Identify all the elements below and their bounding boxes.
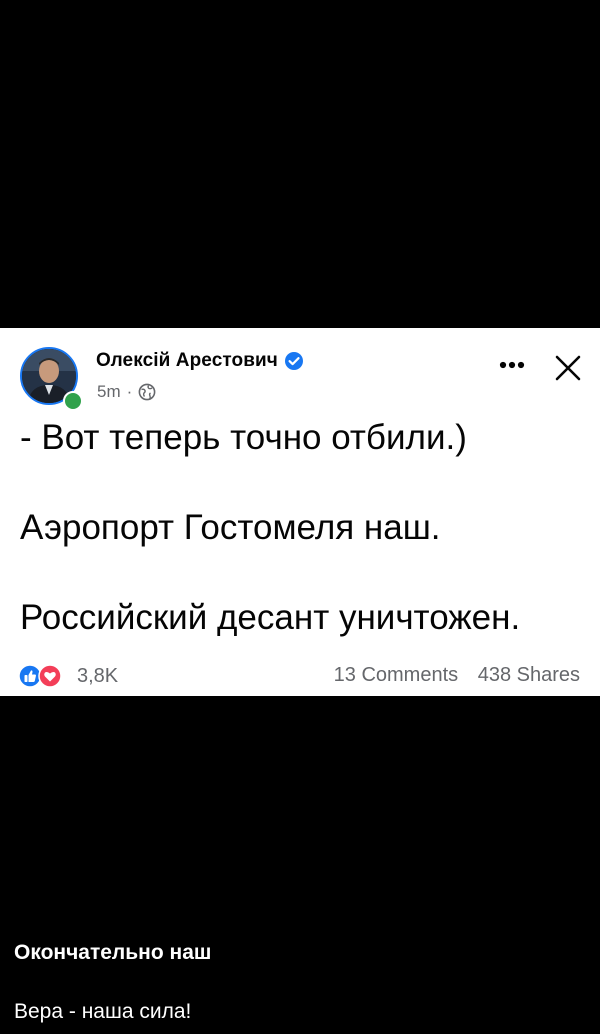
globe-icon: [138, 383, 156, 401]
post-timestamp[interactable]: 5m: [97, 382, 121, 402]
post-text-line: Российский десант уничтожен.: [20, 598, 521, 637]
comments-count-link[interactable]: 13 Comments: [334, 664, 459, 686]
facebook-post-card: Олексій Арестович 5m · - Вот теперь точн…: [0, 328, 600, 696]
more-options-button[interactable]: [496, 357, 530, 373]
author-line: Олексій Арестович: [96, 350, 304, 372]
engagement-bar: 3,8K 13 Comments 438 Shares: [18, 664, 580, 688]
love-icon: [38, 664, 62, 688]
author-avatar[interactable]: [20, 347, 83, 411]
online-status-dot: [63, 391, 83, 411]
shares-count-link[interactable]: 438 Shares: [478, 664, 580, 686]
post-text-line: Аэропорт Гостомеля наш.: [20, 508, 441, 547]
more-horizontal-icon: [499, 361, 525, 369]
close-post-button[interactable]: [554, 354, 582, 382]
post-body: - Вот теперь точно отбили.) Аэропорт Гос…: [20, 416, 585, 640]
meta-separator: ·: [126, 382, 133, 401]
post-header: Олексій Арестович 5m ·: [20, 341, 582, 411]
post-text-line: - Вот теперь точно отбили.): [20, 418, 467, 457]
comment-share-counts: 13 Comments 438 Shares: [334, 664, 580, 687]
author-name[interactable]: Олексій Арестович: [96, 350, 278, 372]
post-meta: 5m ·: [97, 382, 156, 402]
verified-badge-icon: [284, 351, 304, 371]
reaction-count: 3,8K: [77, 664, 119, 687]
reactions-summary[interactable]: 3,8K: [18, 664, 118, 688]
screen: Олексій Арестович 5m · - Вот теперь точн…: [0, 0, 600, 1034]
caption-subtitle: Вера - наша сила!: [14, 1000, 192, 1023]
caption-title: Окончательно наш: [14, 941, 212, 964]
close-icon: [555, 355, 581, 381]
